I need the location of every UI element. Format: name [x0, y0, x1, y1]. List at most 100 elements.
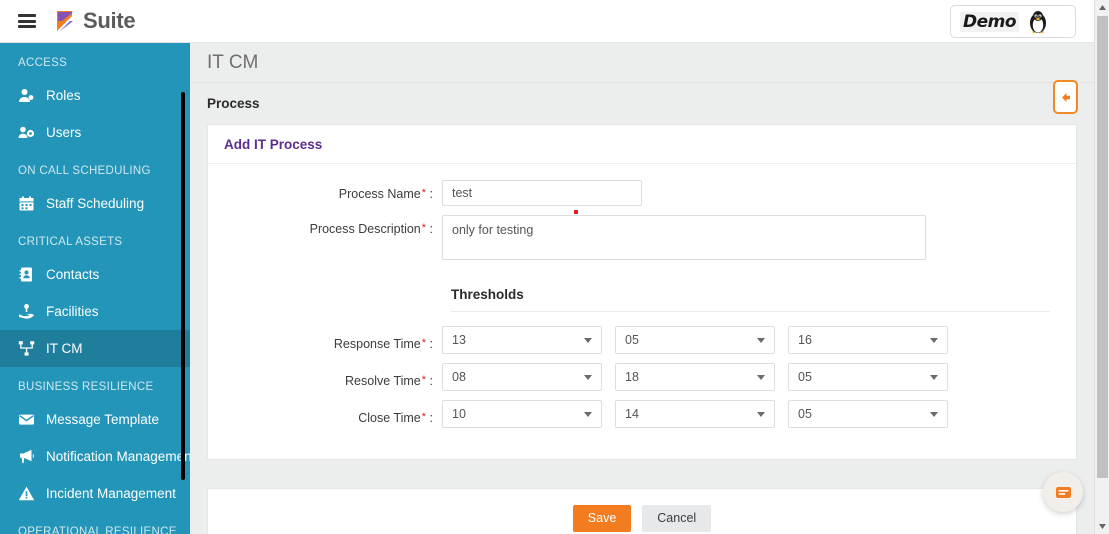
add-process-panel: Add IT Process Process Name* : Process D [207, 124, 1077, 460]
form-row-response-time: Response Time* : 13 05 16 [224, 326, 1060, 354]
close-time-select-2[interactable]: 14 [615, 400, 775, 428]
sidebar-item-it-cm[interactable]: IT CM [0, 330, 190, 367]
process-name-input[interactable] [442, 180, 642, 206]
select-value: 14 [625, 407, 639, 421]
thresholds-divider [451, 311, 1050, 312]
page-title: IT CM [190, 43, 1094, 83]
label-text: Process Description [309, 222, 421, 236]
chevron-down-icon [930, 412, 938, 417]
thresholds-section: Thresholds Response Time* : 13 05 16 Res… [224, 287, 1060, 428]
sidebar-item-label: Incident Management [46, 486, 176, 501]
penguin-avatar-icon [1030, 10, 1047, 33]
form-row-resolve-time: Resolve Time* : 08 18 05 [224, 363, 1060, 391]
zsuite-logo-icon [57, 11, 73, 32]
resolve-time-select-2[interactable]: 18 [615, 363, 775, 391]
scroll-down-arrow-icon[interactable] [1095, 519, 1109, 534]
label-text: Response Time [333, 336, 421, 351]
required-asterisk: * [421, 222, 427, 234]
process-name-label: Process Name* : [338, 187, 433, 201]
user-name-label: Demo [960, 11, 1020, 32]
user-role-icon [18, 87, 35, 104]
hand-holding-icon [18, 303, 35, 320]
sidebar-item-incident-management[interactable]: Incident Management [0, 475, 190, 512]
process-description-label: Process Description* : [309, 222, 433, 236]
response-time-select-2[interactable]: 05 [615, 326, 775, 354]
brand-label: Suite [83, 8, 136, 33]
browser-scrollbar[interactable] [1094, 0, 1109, 534]
back-button[interactable] [1053, 80, 1078, 114]
bullhorn-icon [18, 448, 35, 465]
chat-support-button[interactable] [1043, 472, 1083, 512]
form-row-close-time: Close Time* : 10 14 05 [224, 400, 1060, 428]
envelope-icon [18, 411, 35, 428]
chevron-down-icon [757, 412, 765, 417]
sidebar-item-label: Notification Management [46, 449, 190, 464]
response-time-select-3[interactable]: 16 [788, 326, 948, 354]
sidebar-scrollbar[interactable] [181, 92, 185, 480]
select-value: 05 [798, 407, 812, 421]
section-title: Process [207, 96, 260, 111]
sidebar-item-contacts[interactable]: Contacts [0, 256, 190, 293]
select-value: 08 [452, 370, 466, 384]
process-description-input[interactable]: only for testing [442, 215, 926, 260]
response-time-select-1[interactable]: 13 [442, 326, 602, 354]
sidebar-group-title-access: ACCESS [18, 57, 68, 69]
form-footer: Save Cancel [207, 488, 1077, 534]
chevron-down-icon [757, 375, 765, 380]
sidebar-item-roles[interactable]: Roles [0, 77, 190, 114]
select-value: 05 [798, 370, 812, 384]
save-button[interactable]: Save [572, 504, 632, 532]
panel-title: Add IT Process [208, 125, 1076, 164]
label-text: Close Time [358, 410, 421, 425]
select-value: 10 [452, 407, 466, 421]
sidebar-item-notification-management[interactable]: Notification Management [0, 438, 190, 475]
main-content: IT CM Process Add IT Process Process Nam… [190, 43, 1094, 534]
sidebar-item-staff-scheduling[interactable]: Staff Scheduling [0, 185, 190, 222]
sidebar-item-label: Contacts [46, 267, 100, 282]
sidebar-group-title-critical-assets: CRITICAL ASSETS [18, 236, 123, 248]
close-time-select-3[interactable]: 05 [788, 400, 948, 428]
app-window: Suite Demo ACCESS Roles Users ON CALL SC… [0, 0, 1109, 534]
chevron-down-icon [930, 338, 938, 343]
select-value: 13 [452, 333, 466, 347]
chat-bubble-icon [1055, 486, 1071, 498]
chevron-down-icon [930, 375, 938, 380]
required-asterisk: * [421, 336, 427, 349]
process-name-validation-dot [574, 210, 578, 214]
chevron-down-icon [584, 412, 592, 417]
resolve-time-select-1[interactable]: 08 [442, 363, 602, 391]
chevron-down-icon [584, 375, 592, 380]
required-asterisk: * [421, 410, 427, 423]
sidebar-item-label: Roles [46, 88, 81, 103]
brand[interactable]: Suite [52, 8, 136, 34]
resolve-time-selects: 08 18 05 [442, 363, 948, 391]
required-asterisk: * [421, 187, 427, 199]
users-gear-icon [18, 124, 35, 141]
close-time-selects: 10 14 05 [442, 400, 948, 428]
sidebar-item-users[interactable]: Users [0, 114, 190, 151]
sitemap-icon [18, 340, 35, 357]
sidebar-item-label: Users [46, 125, 82, 140]
response-time-selects: 13 05 16 [442, 326, 948, 354]
sidebar-item-label: IT CM [46, 341, 83, 356]
chevron-down-icon [584, 338, 592, 343]
cancel-button[interactable]: Cancel [642, 504, 712, 532]
sidebar-item-facilities[interactable]: Facilities [0, 293, 190, 330]
hamburger-icon[interactable] [18, 14, 36, 28]
scrollbar-thumb[interactable] [1097, 16, 1108, 478]
close-time-select-1[interactable]: 10 [442, 400, 602, 428]
resolve-time-select-3[interactable]: 05 [788, 363, 948, 391]
sidebar-item-message-template[interactable]: Message Template [0, 401, 190, 438]
label-text: Process Name [338, 187, 421, 201]
sidebar-item-label: Facilities [46, 304, 99, 319]
response-time-label: Response Time* : [333, 336, 433, 351]
resolve-time-label: Resolve Time* : [345, 373, 433, 388]
chevron-down-icon [757, 338, 765, 343]
select-value: 05 [625, 333, 639, 347]
scroll-up-arrow-icon[interactable] [1095, 0, 1109, 15]
section-bar: Process [190, 80, 1094, 124]
user-menu[interactable]: Demo [950, 5, 1076, 38]
process-name-field-wrap [442, 180, 1060, 214]
arrow-left-icon [1062, 92, 1070, 102]
contact-card-icon [18, 266, 35, 283]
